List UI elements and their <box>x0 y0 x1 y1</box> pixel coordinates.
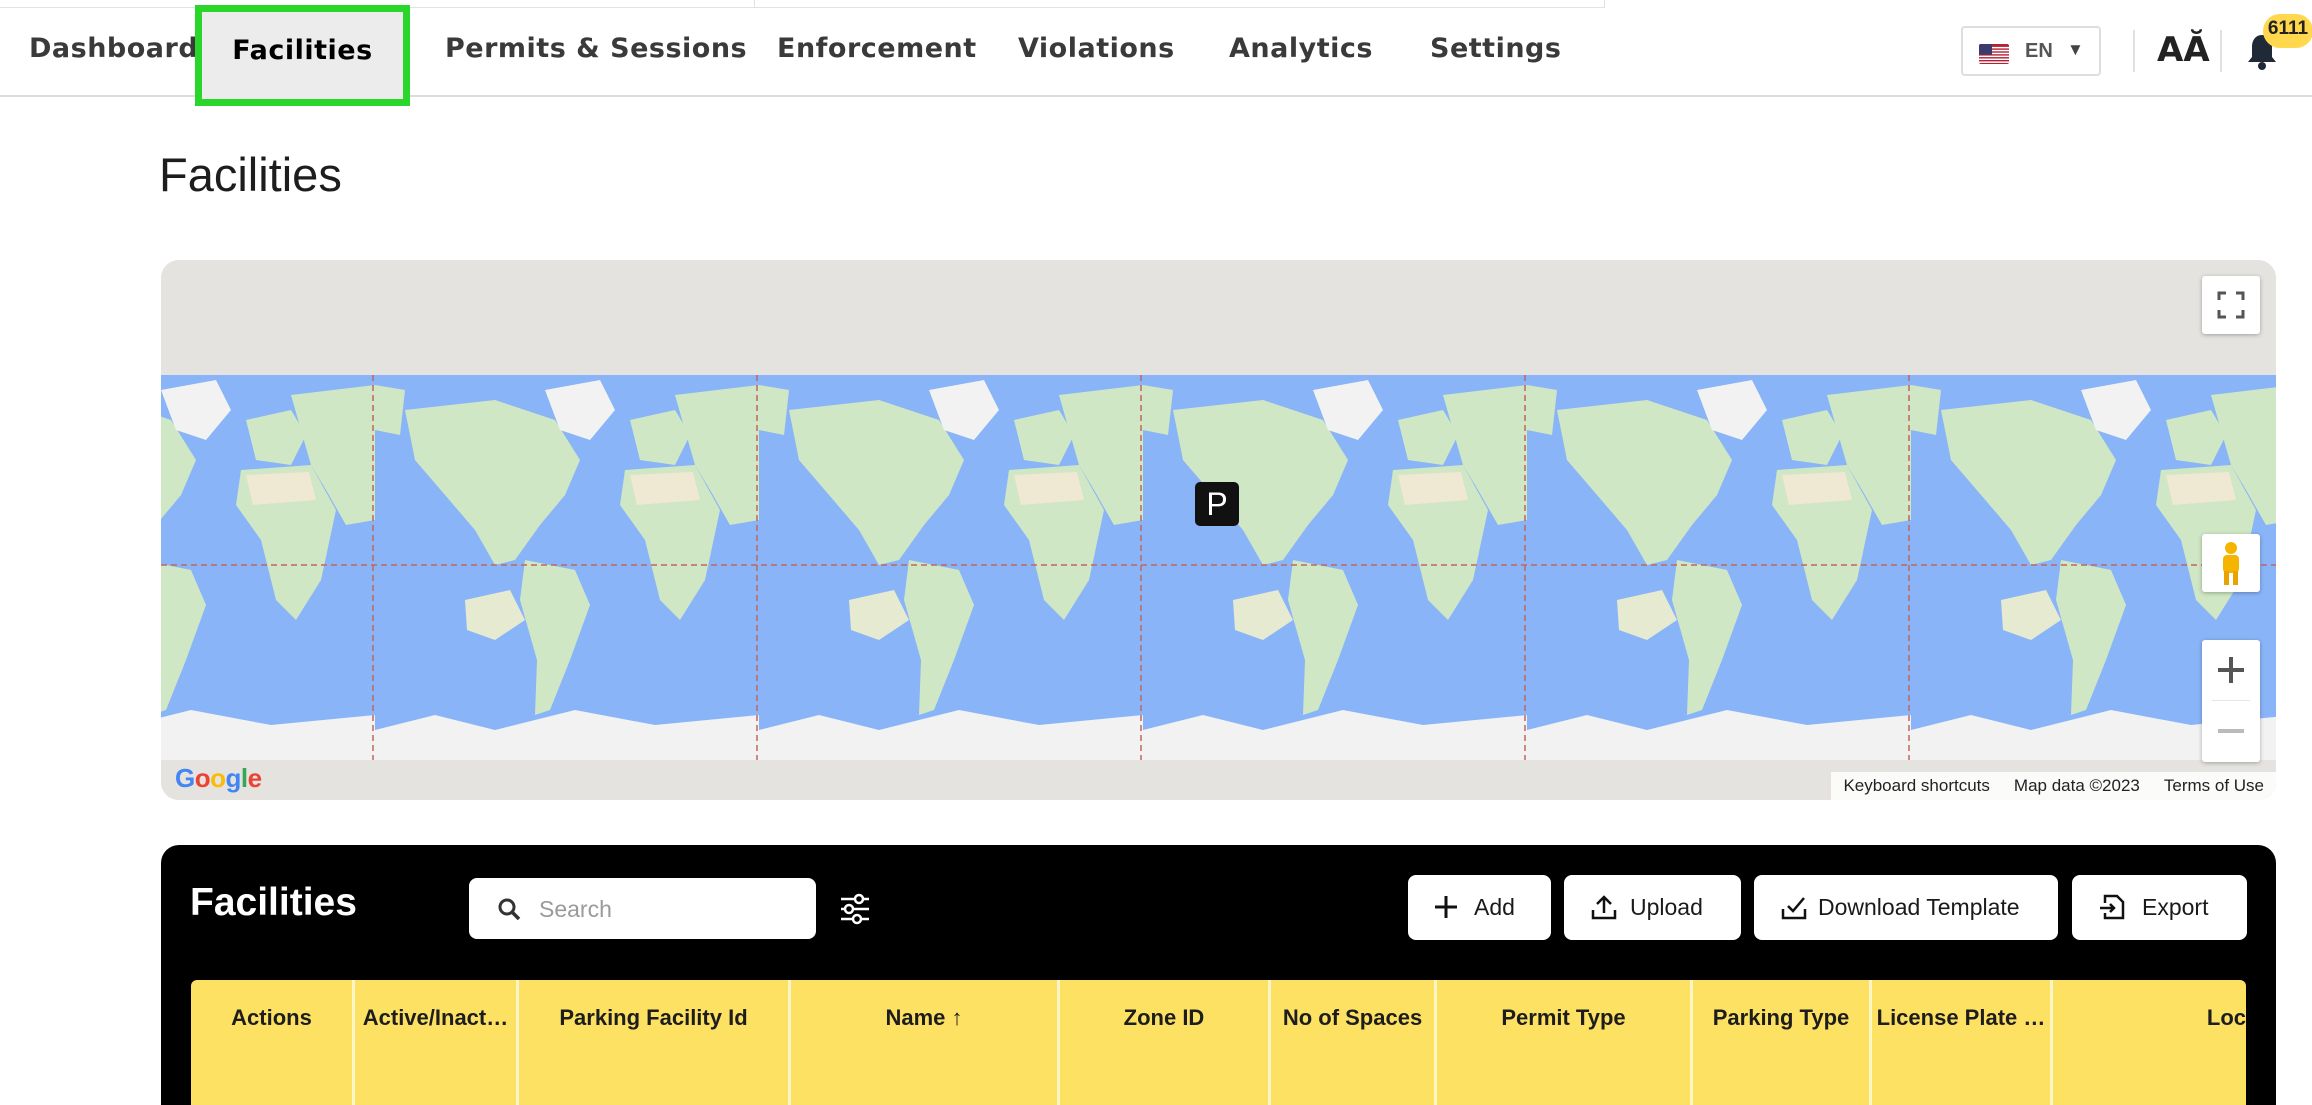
column-header-parking-type[interactable]: Parking Type <box>1693 980 1872 1105</box>
keyboard-shortcuts-link[interactable]: Keyboard shortcuts <box>1831 776 2001 796</box>
export-button-label: Export <box>2142 894 2209 920</box>
terms-of-use-link[interactable]: Terms of Use <box>2152 776 2276 796</box>
page-title: Facilities <box>159 148 342 201</box>
top-strip <box>755 0 1605 8</box>
zoom-controls <box>2202 640 2260 762</box>
pegman-icon <box>2223 542 2239 585</box>
column-header-name[interactable]: Name ↑ <box>791 980 1060 1105</box>
column-header-location[interactable]: Loc <box>2053 980 2246 1105</box>
fullscreen-button[interactable] <box>2202 276 2260 334</box>
notification-count-badge: 6111 <box>2263 14 2312 48</box>
column-header-active-inactive[interactable]: Active/Inact… <box>355 980 519 1105</box>
us-flag-icon <box>1979 44 2009 64</box>
caret-down-icon: ▼ <box>2067 40 2084 59</box>
nav-dashboard[interactable]: Dashboard <box>29 14 198 84</box>
download-icon <box>1781 897 1807 920</box>
top-navigation-bar: Dashboard Facilities Permits & Sessions … <box>0 0 2312 106</box>
column-header-parking-facility-id[interactable]: Parking Facility Id <box>519 980 791 1105</box>
nav-enforcement[interactable]: Enforcement <box>777 14 977 84</box>
nav-analytics[interactable]: Analytics <box>1229 14 1373 84</box>
world-map-canvas[interactable] <box>161 260 2276 800</box>
continent-asia-east <box>1143 385 1173 435</box>
download-template-button[interactable]: Download Template <box>1754 875 2058 940</box>
font-size-icon[interactable]: AĂ <box>2157 30 2210 70</box>
search-input[interactable] <box>537 878 801 941</box>
divider <box>2220 30 2222 72</box>
facilities-map[interactable]: P Google Keyboard shortcuts Map data ©20… <box>161 260 2276 800</box>
parking-marker[interactable]: P <box>1195 482 1239 526</box>
desert <box>1014 472 1084 505</box>
language-code: EN <box>2025 40 2053 62</box>
column-header-actions[interactable]: Actions <box>191 980 355 1105</box>
plus-icon <box>2218 657 2244 683</box>
column-header-permit-type[interactable]: Permit Type <box>1437 980 1693 1105</box>
street-view-pegman[interactable] <box>2202 534 2260 592</box>
nav-settings[interactable]: Settings <box>1430 14 1561 84</box>
zoom-in-button[interactable] <box>2202 640 2260 700</box>
nav-facilities[interactable]: Facilities <box>195 5 410 106</box>
continent-asia-east <box>1527 385 1557 435</box>
divider <box>2133 30 2135 72</box>
export-file-icon <box>2100 894 2125 920</box>
column-header-license-plate[interactable]: License Plate … <box>1872 980 2053 1105</box>
add-button-label: Add <box>1474 894 1515 920</box>
zoom-out-button[interactable] <box>2202 701 2260 761</box>
column-header-zone-id[interactable]: Zone ID <box>1060 980 1271 1105</box>
facilities-table-header: Actions Active/Inact… Parking Facility I… <box>191 980 2246 1105</box>
map-attribution-bar: Keyboard shortcuts Map data ©2023 Terms … <box>1831 772 2276 800</box>
facilities-panel: Facilities Add Upload Down <box>161 845 2276 1105</box>
column-header-no-of-spaces[interactable]: No of Spaces <box>1271 980 1437 1105</box>
search-icon <box>498 898 521 921</box>
language-selector[interactable]: EN ▼ <box>1961 26 2101 76</box>
upload-button[interactable]: Upload <box>1564 875 1741 940</box>
desert <box>1398 472 1468 505</box>
export-button[interactable]: Export <box>2072 875 2247 940</box>
nav-violations[interactable]: Violations <box>1018 14 1175 84</box>
add-button[interactable]: Add <box>1408 875 1551 940</box>
upload-button-label: Upload <box>1630 894 1703 920</box>
desert <box>246 472 316 505</box>
continent-asia-east <box>759 385 789 435</box>
filter-sliders-icon[interactable] <box>837 891 873 927</box>
continent-asia-east <box>1911 385 1941 435</box>
upload-icon <box>1591 895 1617 920</box>
google-logo[interactable]: Google <box>175 763 262 794</box>
parking-marker-label: P <box>1206 486 1228 522</box>
minus-icon <box>2218 729 2244 733</box>
desert <box>630 472 700 505</box>
map-data-text: Map data ©2023 <box>2013 776 2140 795</box>
desert <box>1782 472 1852 505</box>
continent-asia-east <box>375 385 405 435</box>
desert <box>2166 472 2236 505</box>
nav-permits-sessions[interactable]: Permits & Sessions <box>445 14 747 84</box>
fullscreen-icon <box>2217 291 2245 319</box>
top-strip <box>0 0 755 8</box>
download-template-label: Download Template <box>1818 894 2020 920</box>
panel-title: Facilities <box>190 881 357 924</box>
search-box[interactable] <box>469 878 816 941</box>
plus-icon <box>1435 896 1457 918</box>
